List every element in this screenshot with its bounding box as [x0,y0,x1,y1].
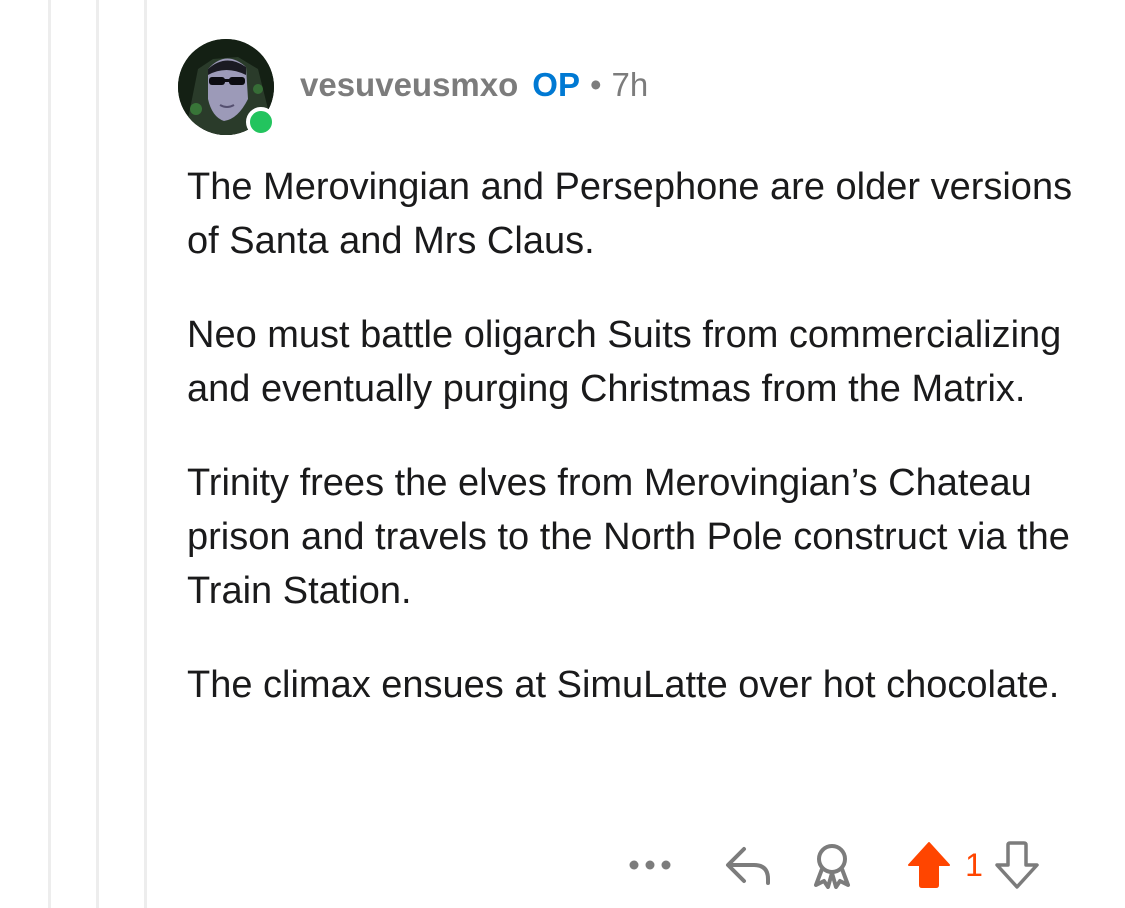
username[interactable]: vesuveusmxo [300,68,518,101]
comment-meta: vesuveusmxo OP • 7h [300,68,648,101]
comment-age: 7h [611,65,649,103]
online-status-dot [246,107,276,137]
comment-paragraph: The climax ensues at SimuLatte over hot … [187,664,1060,706]
comment-body: The Merovingian and Persephone are older… [187,160,1087,752]
thread-line[interactable] [48,0,51,908]
avatar[interactable] [178,39,276,137]
downvote-icon [995,841,1039,889]
award-button[interactable] [804,841,860,889]
reply-icon [726,847,770,885]
vote-score: 1 [965,846,983,883]
comment-paragraph: Neo must battle oligarch Suits from comm… [187,314,1062,410]
op-badge: OP [532,65,580,103]
award-icon [814,844,850,889]
comment-header: vesuveusmxo OP • 7h [178,38,648,137]
upvote-icon [908,842,950,888]
downvote-button[interactable] [992,841,1042,889]
thread-line[interactable] [96,0,99,908]
thread-line[interactable] [144,0,147,908]
comment-actions: 1 [620,838,1042,892]
reply-button[interactable] [720,843,776,887]
more-options-button[interactable] [620,859,680,871]
upvote-button[interactable] [904,841,954,889]
comment-paragraph: Trinity frees the elves from Merovingian… [187,462,1070,612]
comment-paragraph: The Merovingian and Persephone are older… [187,166,1073,262]
meta-separator: • [589,65,602,103]
more-icon [629,860,671,870]
